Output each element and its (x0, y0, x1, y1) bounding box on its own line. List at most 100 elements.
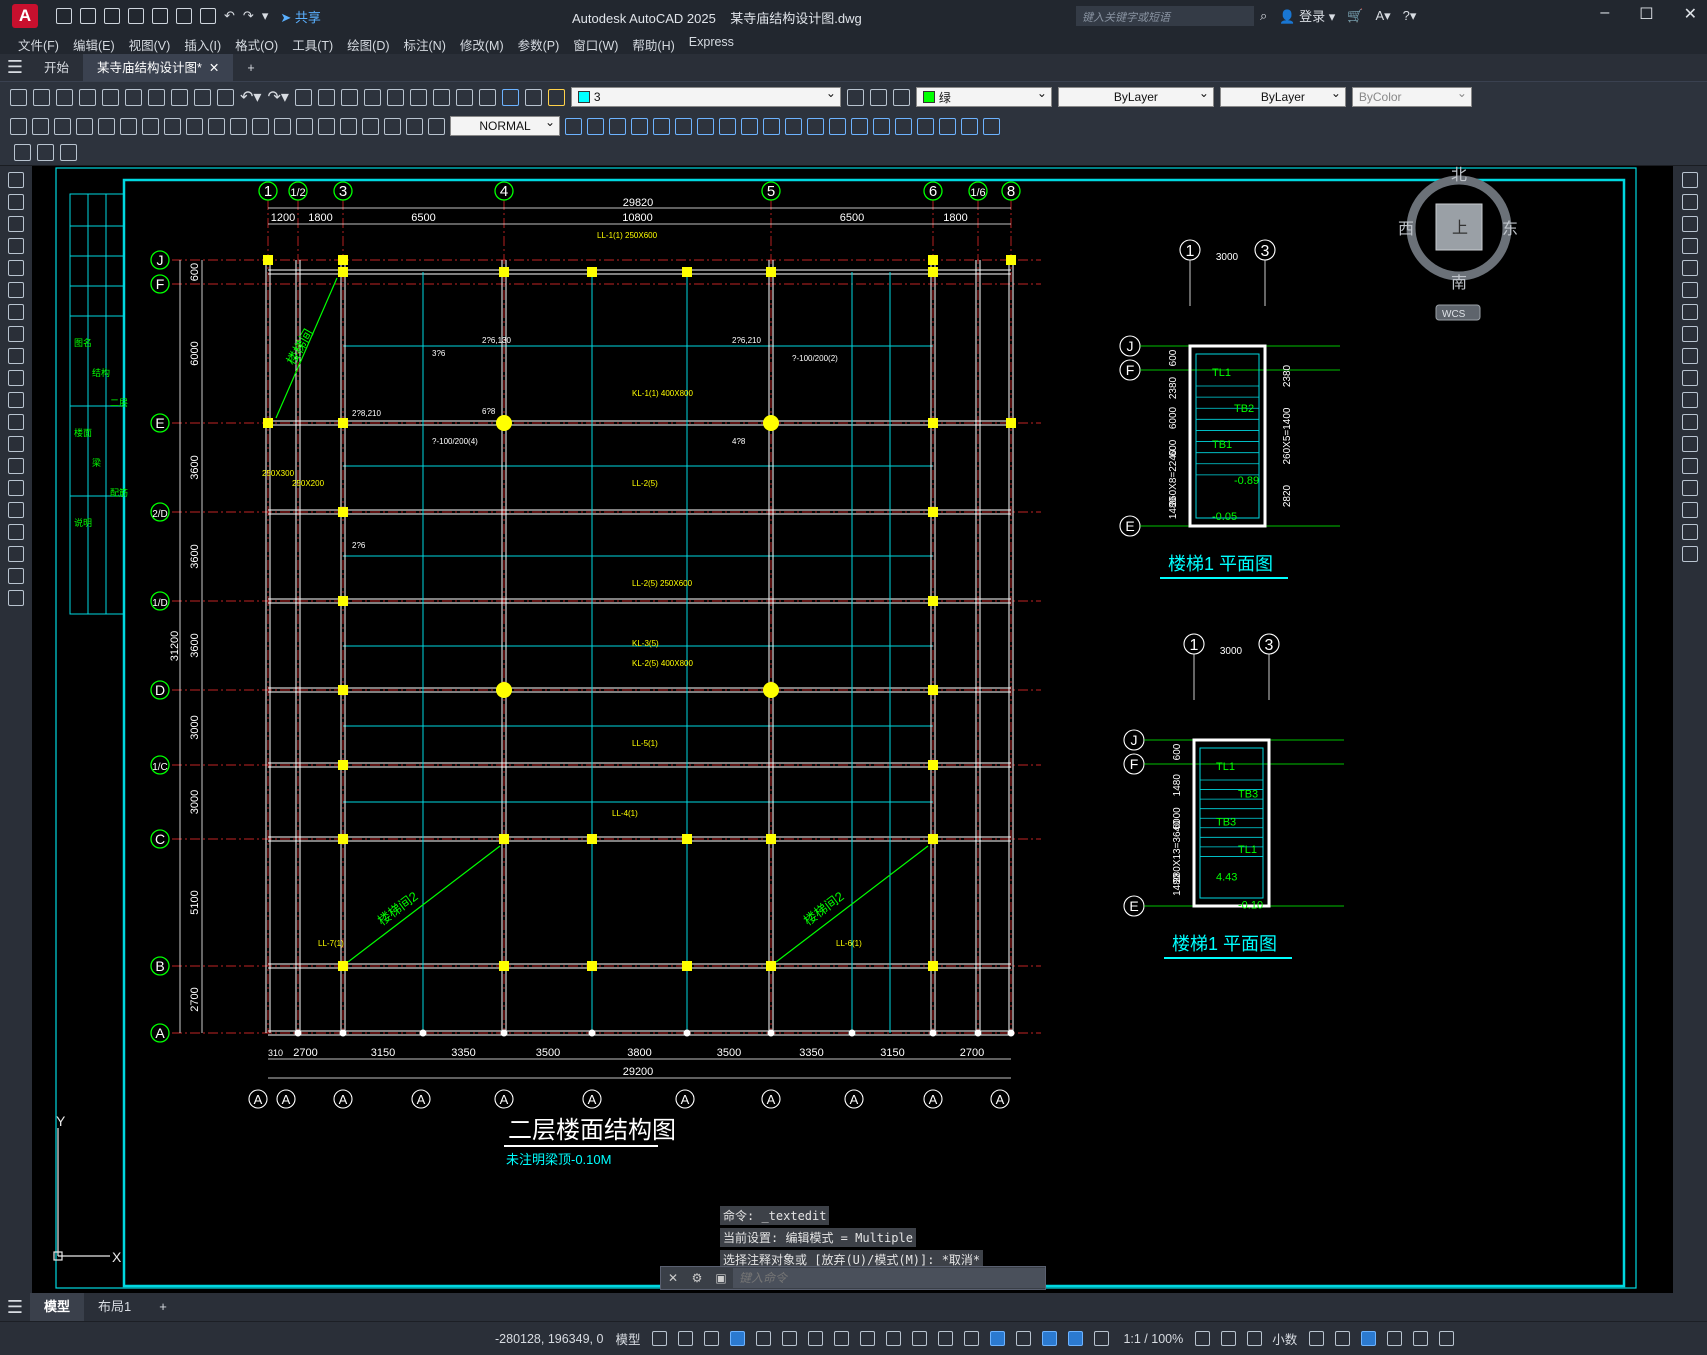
dim-update-icon[interactable] (428, 117, 445, 135)
arc-length-icon[interactable] (54, 117, 71, 135)
ortho-icon[interactable] (756, 1331, 772, 1346)
mtext-icon[interactable] (8, 568, 24, 584)
tab-document[interactable]: 某寺庙结构设计图* ✕ (83, 53, 234, 82)
zoom-realtime-icon[interactable] (317, 88, 335, 106)
tab-close-icon[interactable]: ✕ (209, 61, 219, 75)
help-icon[interactable]: ?▾ (1403, 8, 1417, 24)
new-icon[interactable] (10, 88, 27, 106)
infer-constraints-icon[interactable] (704, 1331, 720, 1346)
command-input[interactable] (733, 1268, 1045, 1288)
aligned-dim-icon[interactable] (32, 117, 49, 135)
break-at-point-icon[interactable] (1682, 414, 1698, 430)
undo-icon[interactable]: ↶ (224, 8, 235, 24)
erase-icon[interactable] (1682, 172, 1698, 188)
view-ne-iso-icon[interactable] (741, 117, 758, 135)
menu-file[interactable]: 文件(F) (18, 32, 73, 54)
ucs-icon[interactable] (895, 117, 912, 135)
stretch-icon[interactable] (1682, 348, 1698, 364)
autodesk-icon[interactable]: A▾ (1375, 8, 1390, 24)
close-icon[interactable]: ✕ (1684, 4, 1697, 24)
ucs-object-icon[interactable] (983, 117, 1000, 135)
tool-palettes-icon[interactable] (432, 88, 450, 106)
ellipse-arc-icon[interactable] (8, 392, 24, 408)
ucs-face-icon[interactable] (961, 117, 978, 135)
region-icon[interactable] (8, 524, 24, 540)
layout-menu-icon[interactable]: ☰ (0, 1297, 30, 1318)
menu-edit[interactable]: 编辑(E) (73, 32, 129, 54)
view-front-icon[interactable] (565, 117, 582, 135)
tab-model[interactable]: 模型 (30, 1293, 85, 1321)
gradient-icon[interactable] (8, 502, 24, 518)
save-icon[interactable] (56, 88, 73, 106)
gizmo-icon[interactable] (1042, 1331, 1058, 1346)
calculator-icon[interactable] (478, 88, 496, 106)
open-icon[interactable] (33, 88, 50, 106)
workspace-icon[interactable] (1195, 1331, 1211, 1346)
extend-icon[interactable] (1682, 392, 1698, 408)
cursor-coordinates[interactable]: -280128, 196349, 0 (495, 1332, 603, 1346)
visual-style-conceptual-icon[interactable] (873, 117, 890, 135)
new-file-icon[interactable] (56, 8, 72, 24)
linetype-dropdown[interactable]: ByLayer (1057, 86, 1214, 107)
block-editor-icon[interactable] (37, 144, 54, 161)
transparency-icon[interactable] (912, 1331, 928, 1346)
copy-icon[interactable] (171, 88, 188, 106)
view-nw-iso-icon[interactable] (763, 117, 780, 135)
polyline-icon[interactable] (8, 216, 24, 232)
zoom-previous-icon[interactable] (363, 88, 381, 106)
lock-ui-icon[interactable] (1335, 1331, 1351, 1346)
command-recent-icon[interactable]: ▣ (709, 1271, 733, 1285)
view-sw-iso-icon[interactable] (697, 117, 714, 135)
view-right-icon[interactable] (631, 117, 648, 135)
rectangle-icon[interactable] (8, 260, 24, 276)
rotate-icon[interactable] (1682, 304, 1698, 320)
fillet-icon[interactable] (1682, 502, 1698, 518)
layer-state-icon[interactable] (892, 88, 910, 106)
viewcube-south[interactable]: 南 (1451, 274, 1467, 292)
menu-express[interactable]: Express (689, 32, 748, 54)
jogged-linear-icon[interactable] (362, 117, 379, 135)
cart-icon[interactable]: 🛒 (1347, 8, 1363, 24)
hatch-icon[interactable] (8, 480, 24, 496)
properties-icon[interactable] (386, 88, 404, 106)
plot-preview-icon[interactable] (102, 88, 119, 106)
3d-osnap-icon[interactable] (964, 1331, 980, 1346)
make-block-icon[interactable] (8, 436, 24, 452)
array-icon[interactable] (1682, 260, 1698, 276)
grid-icon[interactable] (652, 1331, 668, 1346)
maximize-icon[interactable]: ☐ (1639, 4, 1653, 24)
menu-tools[interactable]: 工具(T) (292, 32, 347, 54)
match-properties-icon[interactable] (217, 88, 234, 106)
layer-dropdown[interactable]: 3 (570, 86, 841, 107)
table-icon[interactable] (8, 546, 24, 562)
plot-icon[interactable] (200, 8, 216, 24)
polar-tracking-icon[interactable] (782, 1331, 798, 1346)
continue-dim-icon[interactable] (230, 117, 247, 135)
dim-edit-icon[interactable] (384, 117, 401, 135)
command-close-icon[interactable]: ✕ (661, 1271, 685, 1285)
markup-icon[interactable] (14, 144, 31, 161)
ordinate-dim-icon[interactable] (76, 117, 93, 135)
menu-insert[interactable]: 插入(I) (184, 32, 235, 54)
publish-icon[interactable] (125, 88, 142, 106)
mirror-icon[interactable] (1682, 216, 1698, 232)
dim-break-icon[interactable] (274, 117, 291, 135)
save-icon[interactable] (104, 8, 120, 24)
polygon-icon[interactable] (8, 238, 24, 254)
layer-on-icon[interactable] (547, 88, 565, 106)
lineweight-dropdown[interactable]: ByLayer (1219, 86, 1346, 107)
app-menu-icon[interactable]: ☰ (0, 57, 30, 78)
menu-dimension[interactable]: 标注(N) (404, 32, 460, 54)
insert-block-icon[interactable] (8, 414, 24, 430)
inspection-icon[interactable] (340, 117, 357, 135)
selection-filter-icon[interactable] (1016, 1331, 1032, 1346)
point-icon[interactable] (8, 458, 24, 474)
break-icon[interactable] (1682, 436, 1698, 452)
view-left-icon[interactable] (609, 117, 626, 135)
ellipse-icon[interactable] (8, 370, 24, 386)
join-icon[interactable] (1682, 458, 1698, 474)
units-dropdown[interactable]: 小数 (1272, 1329, 1297, 1348)
revision-cloud-icon[interactable] (8, 326, 24, 342)
add-selected-icon[interactable] (8, 590, 24, 606)
ucs-previous-icon[interactable] (939, 117, 956, 135)
